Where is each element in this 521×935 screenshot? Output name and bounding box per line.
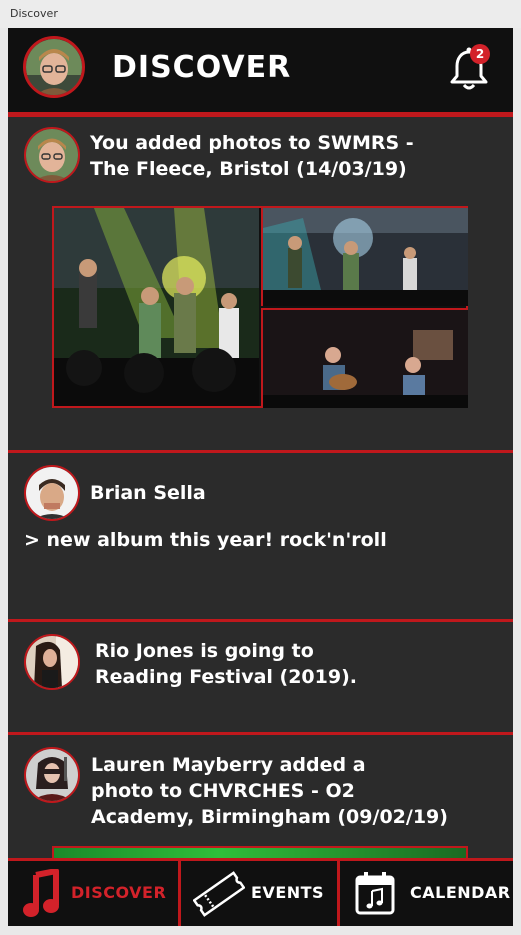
nav-events[interactable]: EVENTS (181, 861, 337, 926)
window-titlebar: Discover (0, 0, 521, 28)
post-text-line: Reading Festival (2019). (95, 666, 357, 688)
concert-photo[interactable] (54, 208, 259, 406)
app-frame: DISCOVER 2 You added photos to SWMRS - T… (8, 28, 513, 926)
header: DISCOVER 2 (8, 28, 513, 117)
nav-calendar[interactable]: CALENDAR (340, 861, 513, 926)
calendar-icon (355, 872, 395, 915)
post-text-line: You added photos to SWMRS - (90, 132, 414, 154)
bottom-nav: DISCOVER EVENTS CALENDAR (8, 858, 513, 926)
post-divider (8, 450, 513, 453)
profile-avatar[interactable] (23, 36, 85, 98)
post-text-line: Rio Jones is going to (95, 640, 314, 662)
post-text-line: photo to CHVRCHES - O2 (91, 780, 355, 802)
post-message: > new album this year! rock'n'roll (24, 529, 387, 551)
post-text-line: The Fleece, Bristol (14/03/19) (90, 158, 407, 180)
user-avatar[interactable] (24, 634, 80, 690)
nav-discover[interactable]: DISCOVER (8, 861, 178, 926)
nav-label-events: EVENTS (251, 883, 325, 902)
nav-label-calendar: CALENDAR (410, 883, 511, 902)
user-avatar[interactable] (24, 747, 80, 803)
concert-photo[interactable] (261, 308, 468, 408)
user-avatar[interactable] (24, 465, 80, 521)
post-text: Lauren Mayberry added a photo to CHVRCHE… (91, 752, 448, 830)
concert-photo[interactable] (261, 208, 468, 306)
post-text-line: Academy, Birmingham (09/02/19) (91, 806, 448, 828)
post-text: You added photos to SWMRS - The Fleece, … (90, 130, 414, 182)
post-text-line: Lauren Mayberry added a (91, 754, 366, 776)
post-text: Rio Jones is going to Reading Festival (… (95, 638, 357, 690)
post-author: Brian Sella (90, 482, 206, 504)
user-avatar[interactable] (24, 127, 80, 183)
window-title: Discover (10, 7, 58, 20)
music-note-icon (23, 869, 59, 917)
notification-badge: 2 (470, 44, 490, 64)
post-divider (8, 732, 513, 735)
ticket-icon (193, 871, 245, 917)
page-title: DISCOVER (112, 50, 292, 85)
photo-grid (52, 206, 468, 408)
nav-label-discover: DISCOVER (71, 883, 167, 902)
post-divider (8, 619, 513, 622)
